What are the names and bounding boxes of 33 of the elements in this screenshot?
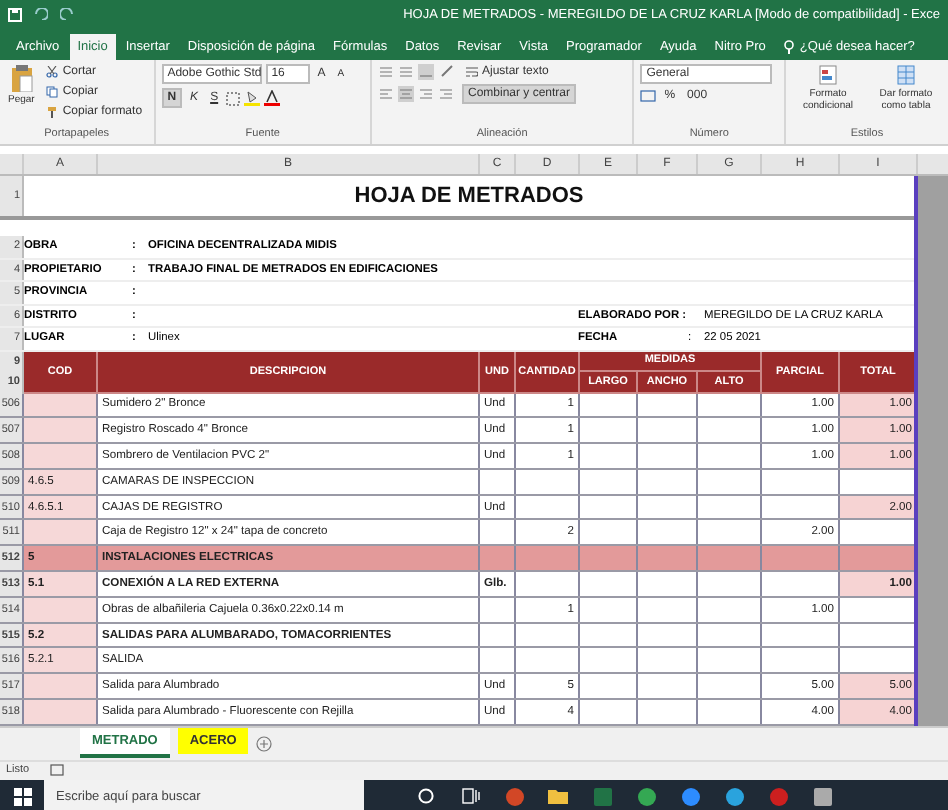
table-cell [24, 674, 98, 699]
save-icon[interactable] [8, 7, 22, 21]
app-icon[interactable] [681, 787, 699, 806]
sheet-title: HOJA DE METRADOS [352, 182, 586, 212]
table-cell [24, 444, 98, 468]
copy-icon [46, 86, 59, 98]
brush-icon [46, 106, 59, 118]
app-icon[interactable] [725, 787, 743, 806]
fill-color-icon[interactable] [244, 90, 261, 106]
borders-icon[interactable] [226, 91, 241, 105]
page-layout-icon [49, 764, 64, 777]
app-icon[interactable] [769, 787, 787, 806]
undo-icon[interactable] [34, 8, 48, 20]
table-cell [24, 418, 98, 443]
app-icon[interactable] [813, 787, 831, 806]
windows-start-icon[interactable] [13, 787, 31, 806]
table-cell [24, 393, 98, 417]
wrap-text-icon [465, 66, 478, 78]
folder-icon[interactable] [548, 788, 568, 805]
redo-icon[interactable] [60, 8, 74, 20]
circle-icon[interactable] [418, 788, 434, 805]
currency-icon[interactable] [640, 90, 657, 102]
table-cell [24, 520, 98, 545]
lightbulb-icon [783, 40, 794, 54]
table-cell [24, 700, 98, 724]
app-icon[interactable] [505, 787, 523, 806]
add-sheet-icon[interactable] [256, 735, 273, 752]
app-icon[interactable] [637, 787, 655, 806]
table-cell [24, 597, 98, 622]
task-view-icon[interactable] [461, 788, 479, 805]
scissors-icon [46, 66, 59, 78]
font-color-icon[interactable] [264, 90, 281, 106]
table-icon [896, 64, 916, 86]
